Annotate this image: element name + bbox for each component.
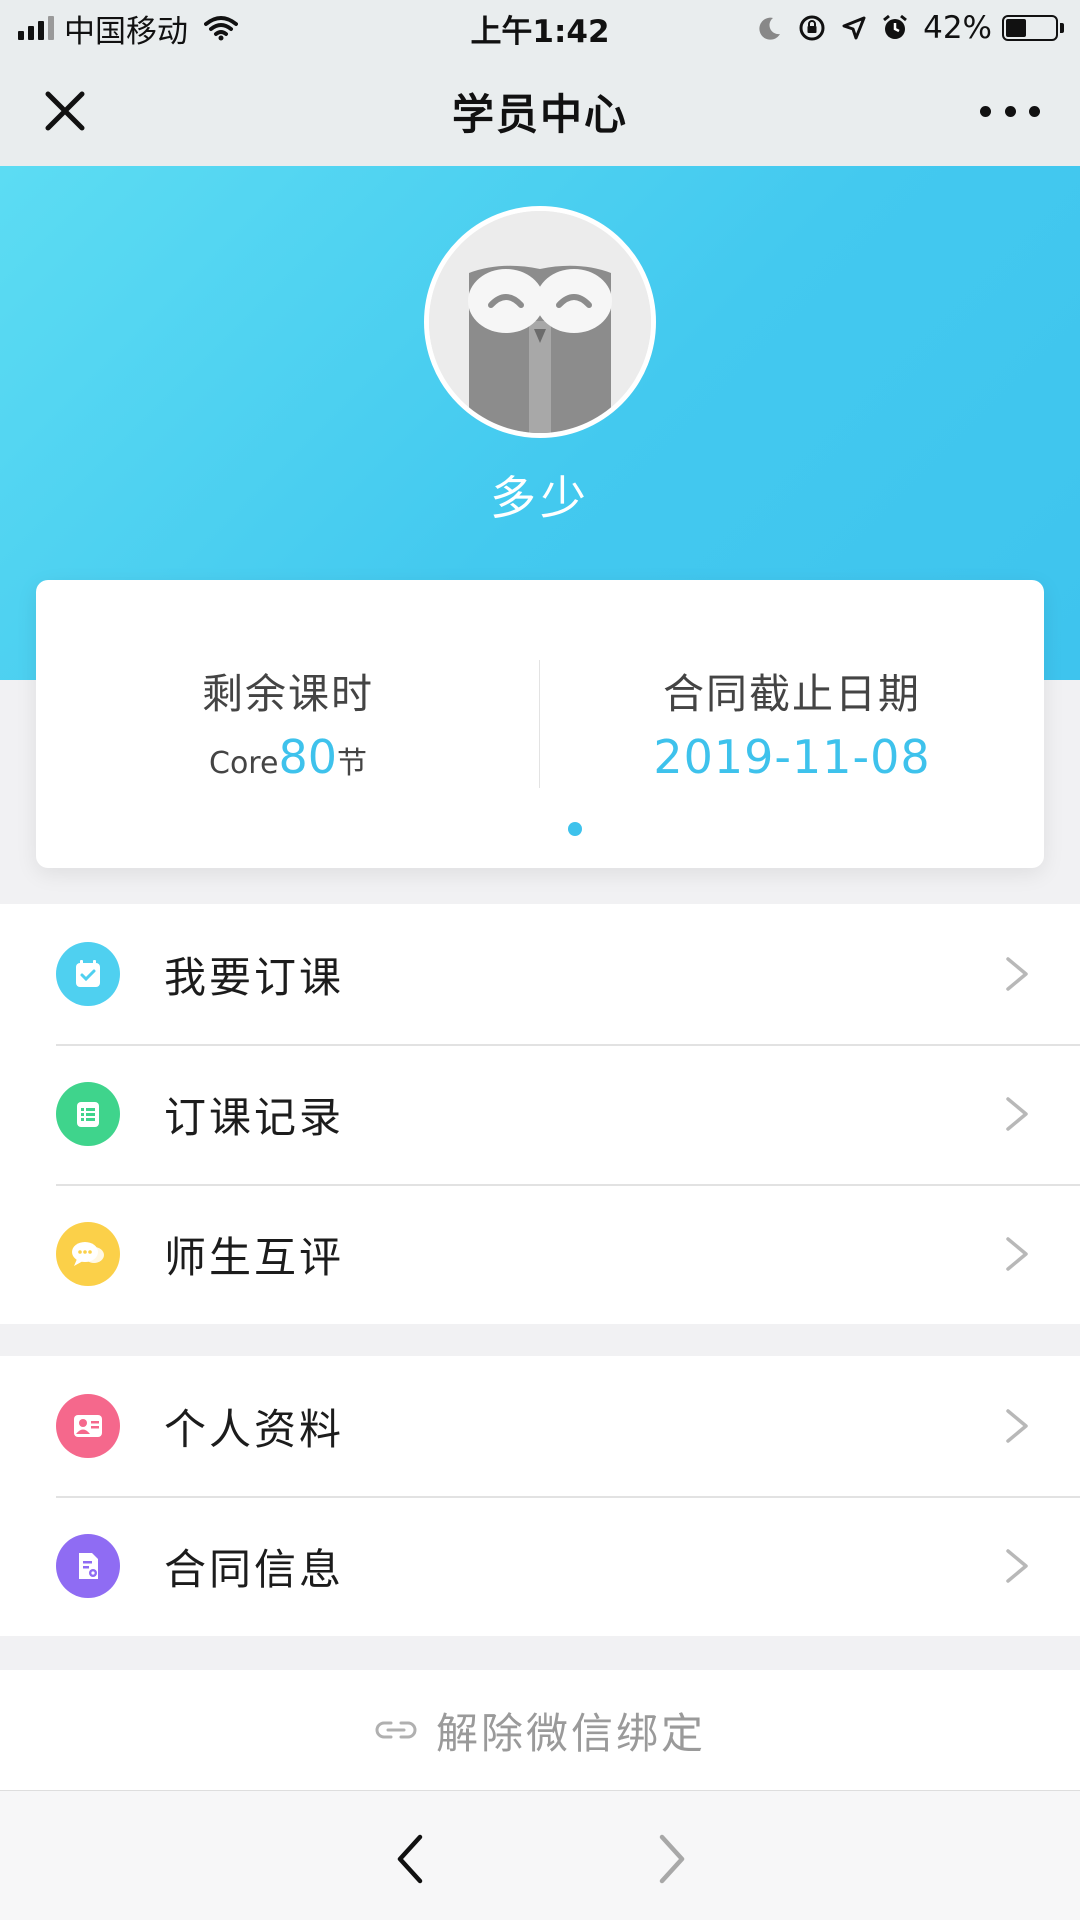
remaining-hours: 剩余课时 Core80节 xyxy=(36,580,540,868)
owl-avatar-icon xyxy=(429,211,651,433)
chevron-right-icon xyxy=(1006,1549,1028,1583)
rotation-lock-icon xyxy=(797,13,827,43)
battery-icon xyxy=(1002,15,1058,41)
battery-percent: 42% xyxy=(923,10,992,46)
more-icon[interactable] xyxy=(980,94,1040,128)
unbind-wechat-button[interactable]: 解除微信绑定 xyxy=(0,1670,1080,1790)
remaining-unit: 节 xyxy=(336,746,367,781)
contract-label: 合同截止日期 xyxy=(663,670,921,718)
moon-icon xyxy=(757,15,783,41)
location-icon xyxy=(841,15,867,41)
contract-doc-icon xyxy=(56,1534,120,1598)
chevron-right-icon xyxy=(1006,1097,1028,1131)
status-bar: 中国移动 上午1:42 42% xyxy=(0,0,1080,56)
menu-label: 订课记录 xyxy=(164,1092,345,1142)
stats-card[interactable]: 剩余课时 Core80节 合同截止日期 2019-11-08 xyxy=(36,580,1044,868)
alarm-icon xyxy=(881,14,909,42)
close-icon[interactable] xyxy=(40,86,90,136)
browser-toolbar xyxy=(0,1790,1080,1920)
menu-group-2: 个人资料 合同信息 xyxy=(0,1356,1080,1636)
menu-item-booking-records[interactable]: 订课记录 xyxy=(0,1044,1080,1184)
avatar[interactable] xyxy=(424,206,656,438)
menu-item-book-class[interactable]: 我要订课 xyxy=(0,904,1080,1044)
chat-bubble-icon xyxy=(56,1222,120,1286)
remaining-prefix: Core xyxy=(209,746,279,781)
page-title: 学员中心 xyxy=(451,89,628,139)
menu-item-personal-info[interactable]: 个人资料 xyxy=(0,1356,1080,1496)
page-indicator-dot[interactable] xyxy=(568,822,582,836)
unbind-label: 解除微信绑定 xyxy=(435,1708,706,1758)
back-arrow-icon[interactable] xyxy=(386,1831,436,1887)
menu-label: 个人资料 xyxy=(164,1404,345,1454)
carrier-name: 中国移动 xyxy=(64,13,188,50)
forward-arrow-icon[interactable] xyxy=(646,1831,696,1887)
nav-bar: 学员中心 xyxy=(0,56,1080,166)
remaining-label: 剩余课时 xyxy=(202,670,374,718)
menu-item-mutual-review[interactable]: 师生互评 xyxy=(0,1184,1080,1324)
chevron-right-icon xyxy=(1006,1409,1028,1443)
menu-label: 我要订课 xyxy=(164,952,345,1002)
menu-label: 合同信息 xyxy=(164,1544,345,1594)
record-list-icon xyxy=(56,1082,120,1146)
contract-deadline: 合同截止日期 2019-11-08 xyxy=(540,580,1044,868)
chevron-right-icon xyxy=(1006,1237,1028,1271)
wifi-icon xyxy=(204,16,238,41)
remaining-value: Core80节 xyxy=(36,730,540,784)
booking-icon xyxy=(56,942,120,1006)
menu-group-1: 我要订课 订课记录 师生互评 xyxy=(0,904,1080,1324)
link-icon xyxy=(375,1721,417,1739)
username: 多少 xyxy=(490,471,590,525)
battery-tip xyxy=(1060,23,1064,33)
profile-card-icon xyxy=(56,1394,120,1458)
signal-icon xyxy=(18,16,54,40)
contract-date: 2019-11-08 xyxy=(653,730,931,784)
menu-label: 师生互评 xyxy=(164,1232,345,1282)
chevron-right-icon xyxy=(1006,957,1028,991)
remaining-number: 80 xyxy=(278,730,337,784)
menu-item-contract-info[interactable]: 合同信息 xyxy=(0,1496,1080,1636)
